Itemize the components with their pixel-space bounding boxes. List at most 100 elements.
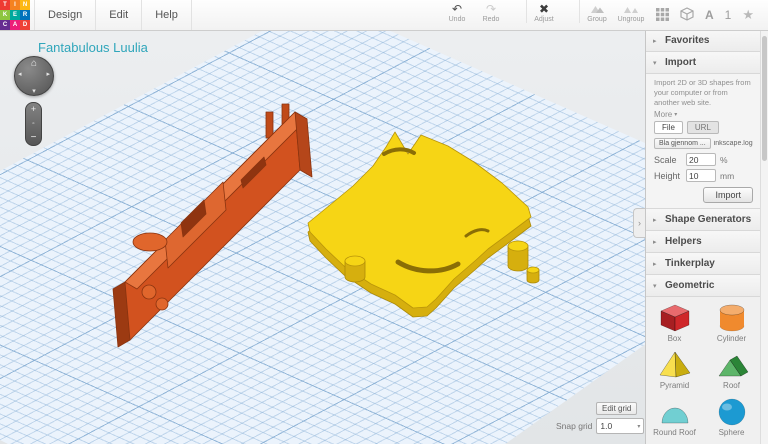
chevron-right-icon: ▸ bbox=[653, 238, 657, 246]
ungroup-button[interactable]: Ungroup bbox=[614, 0, 648, 23]
shape-cylinder[interactable]: Cylinder bbox=[703, 300, 760, 347]
import-description: Import 2D or 3D shapes from your compute… bbox=[654, 78, 751, 107]
section-label: Geometric bbox=[665, 280, 715, 292]
section-import[interactable]: ▾ Import bbox=[646, 52, 761, 74]
toolbar: ↶ Undo ↷ Redo ✖ Adjust Group Ungroup bbox=[440, 0, 648, 23]
edit-grid-button[interactable]: Edit grid bbox=[596, 402, 638, 415]
blocks-icon[interactable] bbox=[655, 7, 669, 23]
snap-grid-label: Snap grid bbox=[556, 421, 593, 431]
logo-cell: D bbox=[20, 20, 30, 30]
adjust-label: Adjust bbox=[534, 16, 554, 23]
height-input[interactable] bbox=[686, 169, 716, 183]
tab-file[interactable]: File bbox=[654, 121, 683, 135]
menu-edit[interactable]: Edit bbox=[96, 0, 143, 30]
snap-grid-value: 1.0 bbox=[600, 421, 613, 431]
group-label: Group bbox=[587, 16, 607, 23]
redo-label: Redo bbox=[482, 16, 500, 23]
numbers-icon[interactable]: 1 bbox=[725, 9, 732, 21]
group-button[interactable]: Group bbox=[579, 0, 614, 23]
cube-icon[interactable] bbox=[680, 7, 694, 23]
section-favorites[interactable]: ▸ Favorites bbox=[646, 30, 761, 52]
chevron-down-icon: ▾ bbox=[653, 282, 657, 290]
shape-label: Roof bbox=[723, 381, 740, 391]
shape-label: Pyramid bbox=[659, 381, 690, 391]
height-unit: mm bbox=[720, 170, 735, 181]
text-tool-icon[interactable]: A bbox=[705, 9, 714, 21]
scale-unit: % bbox=[720, 154, 728, 165]
chevron-down-icon: ▾ bbox=[674, 112, 678, 119]
snap-grid-select[interactable]: 1.0 ▾ bbox=[596, 418, 645, 434]
shape-label: Round Roof bbox=[653, 428, 696, 438]
section-label: Import bbox=[665, 57, 697, 68]
undo-label: Undo bbox=[448, 16, 466, 23]
shape-roof[interactable]: Roof bbox=[703, 347, 760, 394]
section-tinkerplay[interactable]: ▸ Tinkerplay bbox=[646, 253, 761, 276]
ungroup-icon bbox=[614, 3, 648, 16]
scale-input[interactable] bbox=[686, 153, 716, 167]
ungroup-label: Ungroup bbox=[617, 16, 645, 23]
section-shape-generators[interactable]: ▸ Shape Generators bbox=[646, 209, 761, 232]
panel-collapse-handle[interactable]: › bbox=[633, 208, 645, 238]
undo-button[interactable]: ↶ Undo bbox=[440, 0, 474, 24]
section-helpers[interactable]: ▸ Helpers bbox=[646, 231, 761, 254]
topbar: T I N K E R C A D Design Edit Help ↶ Und… bbox=[0, 0, 768, 31]
shape-round-roof[interactable]: Round Roof bbox=[646, 394, 703, 441]
import-tabs: File URL bbox=[654, 121, 753, 135]
menu-help[interactable]: Help bbox=[142, 0, 192, 30]
browse-button[interactable]: Bla gjennom ... bbox=[654, 138, 711, 150]
chevron-down-icon: ▾ bbox=[653, 59, 657, 67]
section-label: Tinkerplay bbox=[665, 258, 715, 270]
chevron-right-icon: ▸ bbox=[653, 37, 657, 45]
logo-cell: A bbox=[10, 20, 20, 30]
section-label: Shape Generators bbox=[665, 214, 752, 226]
tinkercad-logo[interactable]: T I N K E R C A D bbox=[0, 0, 30, 30]
model-orange-bracket[interactable] bbox=[112, 103, 313, 348]
snap-grid-row: Snap grid 1.0 ▾ bbox=[556, 418, 645, 434]
scrollbar-thumb[interactable] bbox=[762, 36, 767, 161]
menu-design[interactable]: Design bbox=[35, 0, 97, 30]
section-label: Helpers bbox=[665, 236, 702, 248]
box-shape-icon bbox=[646, 303, 703, 333]
star-icon[interactable]: ★ bbox=[742, 7, 754, 23]
pyramid-shape-icon bbox=[646, 350, 703, 380]
file-row: Bla gjennom ... inkscape.logo.svg bbox=[654, 138, 753, 150]
topbar-right-icons: A 1 ★ bbox=[655, 0, 754, 30]
height-label: Height bbox=[654, 170, 681, 181]
chevron-right-icon: ▸ bbox=[653, 260, 657, 268]
chevron-right-icon: ▸ bbox=[653, 216, 657, 224]
model-imported-svg[interactable] bbox=[307, 131, 540, 318]
shapes-panel: ▸ Favorites ▾ Import Import 2D or 3D sha… bbox=[645, 30, 761, 444]
redo-icon: ↷ bbox=[485, 2, 497, 16]
scrollbar[interactable] bbox=[760, 30, 768, 444]
adjust-icon: ✖ bbox=[538, 2, 550, 16]
shape-label: Cylinder bbox=[716, 334, 747, 344]
import-button[interactable]: Import bbox=[703, 187, 753, 204]
scale-field-row: Scale % bbox=[654, 153, 753, 167]
height-field-row: Height mm bbox=[654, 169, 753, 183]
undo-icon: ↶ bbox=[451, 2, 463, 16]
models-layer bbox=[112, 103, 540, 348]
import-panel: Import 2D or 3D shapes from your compute… bbox=[646, 74, 761, 210]
redo-button[interactable]: ↷ Redo bbox=[474, 0, 508, 24]
logo-cell: I bbox=[10, 0, 20, 10]
logo-cell: N bbox=[20, 0, 30, 10]
more-label: More bbox=[654, 110, 673, 120]
shape-sphere[interactable]: Sphere bbox=[703, 394, 760, 441]
tab-url[interactable]: URL bbox=[686, 121, 719, 135]
logo-cell: R bbox=[20, 10, 30, 20]
logo-cell: C bbox=[0, 20, 10, 30]
logo-cell: T bbox=[0, 0, 10, 10]
shape-label: Box bbox=[667, 334, 682, 344]
section-geometric[interactable]: ▾ Geometric bbox=[646, 275, 761, 298]
viewport-3d[interactable]: Fantabulous Luulia ⌂ ◂ ▸ ▾ + ▫ − Edit gr… bbox=[0, 30, 645, 444]
file-name: inkscape.logo.svg bbox=[713, 140, 753, 148]
adjust-button[interactable]: ✖ Adjust bbox=[526, 0, 561, 23]
sphere-shape-icon bbox=[703, 397, 760, 427]
more-link[interactable]: More ▾ bbox=[654, 110, 753, 119]
shape-pyramid[interactable]: Pyramid bbox=[646, 347, 703, 394]
shape-box[interactable]: Box bbox=[646, 300, 703, 347]
section-label: Favorites bbox=[665, 35, 710, 46]
main-menu: Design Edit Help bbox=[34, 0, 192, 30]
logo-cell: K bbox=[0, 10, 10, 20]
tinkercad-app: T I N K E R C A D Design Edit Help ↶ Und… bbox=[0, 0, 768, 444]
